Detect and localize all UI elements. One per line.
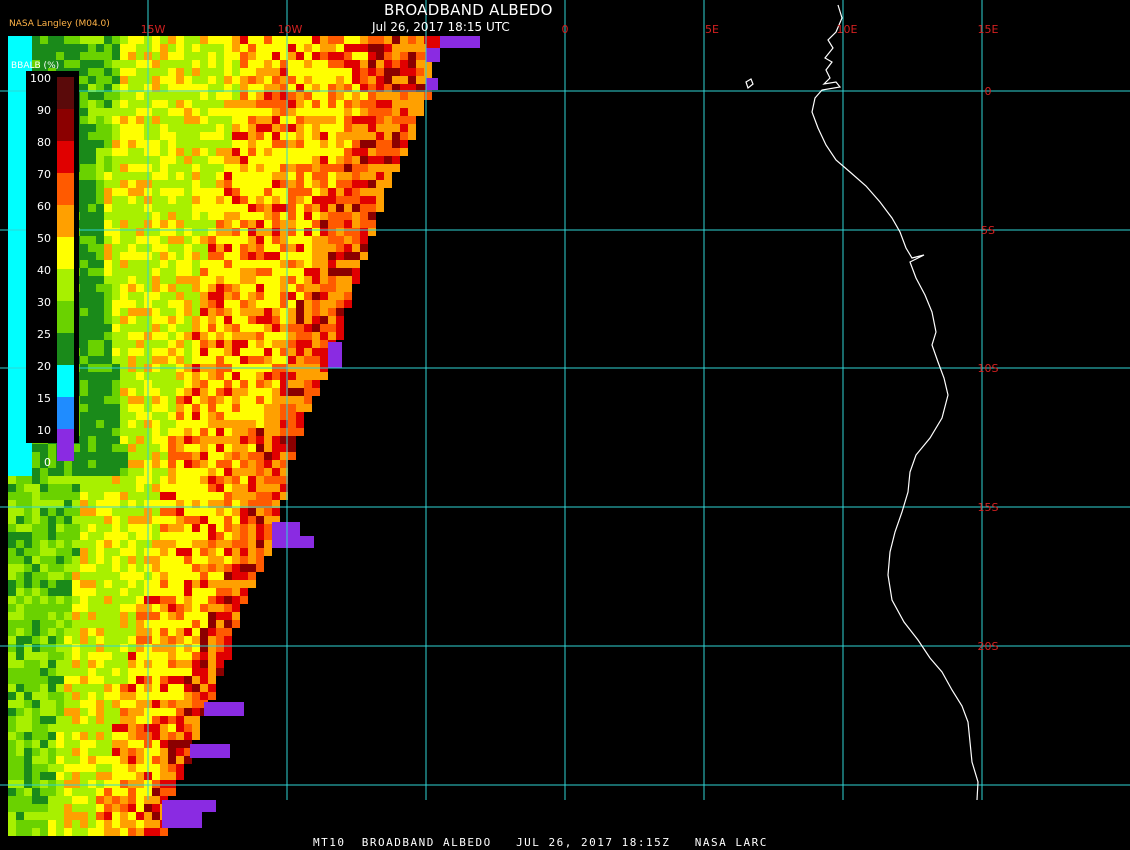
legend-label: 30 [37, 296, 51, 309]
longitude-label: 15W [141, 23, 166, 36]
legend-swatch [57, 301, 74, 333]
coastline [811, 4, 979, 801]
latitude-label: 5S [981, 224, 995, 237]
legend-swatch [57, 205, 74, 237]
legend-swatch [57, 429, 74, 461]
latitude-labels: 0 5S 10S 15S 20S [978, 85, 999, 653]
legend-swatch [57, 237, 74, 269]
map-view: 15W 10W 0 5E 10E 15E 0 5S 10S 15S 20S BROADBAND A… [0, 0, 1130, 850]
legend-title: BBALB (%) [11, 61, 60, 71]
legend-swatch [57, 397, 74, 429]
legend-swatch [57, 109, 74, 141]
legend-label: 100 [30, 72, 51, 85]
legend-label: 0 [44, 456, 51, 469]
latitude-label: 10S [978, 362, 999, 375]
legend-swatch [57, 333, 74, 365]
legend-swatch [57, 269, 74, 301]
longitude-label: 5E [705, 23, 719, 36]
legend-label: 60 [37, 200, 51, 213]
legend-swatch [57, 173, 74, 205]
legend-label: 90 [37, 104, 51, 117]
longitude-label: 10E [837, 23, 858, 36]
legend-label: 50 [37, 232, 51, 245]
longitude-label: 10W [278, 23, 303, 36]
legend-label: 15 [37, 392, 51, 405]
latitude-label: 0 [985, 85, 992, 98]
producer-label: NASA Langley (M04.0) [9, 19, 110, 29]
map-title: BROADBAND ALBEDO [384, 1, 553, 19]
latitude-label: 20S [978, 640, 999, 653]
latitude-label: 15S [978, 501, 999, 514]
map-canvas: 15W 10W 0 5E 10E 15E 0 5S 10S 15S 20S [0, 0, 1130, 836]
legend-label: 70 [37, 168, 51, 181]
legend-swatch [57, 77, 74, 109]
legend-swatch [57, 141, 74, 173]
legend-label: 80 [37, 136, 51, 149]
footer-caption: MT10 BROADBAND ALBEDO JUL 26, 2017 18:15… [313, 836, 768, 849]
legend-label: 20 [37, 360, 51, 373]
legend-label: 40 [37, 264, 51, 277]
island-coastline [745, 78, 754, 90]
legend-label: 25 [37, 328, 51, 341]
legend-label: 10 [37, 424, 51, 437]
map-timestamp: Jul 26, 2017 18:15 UTC [372, 20, 510, 34]
longitude-label: 15E [978, 23, 999, 36]
legend-swatch [57, 365, 74, 397]
